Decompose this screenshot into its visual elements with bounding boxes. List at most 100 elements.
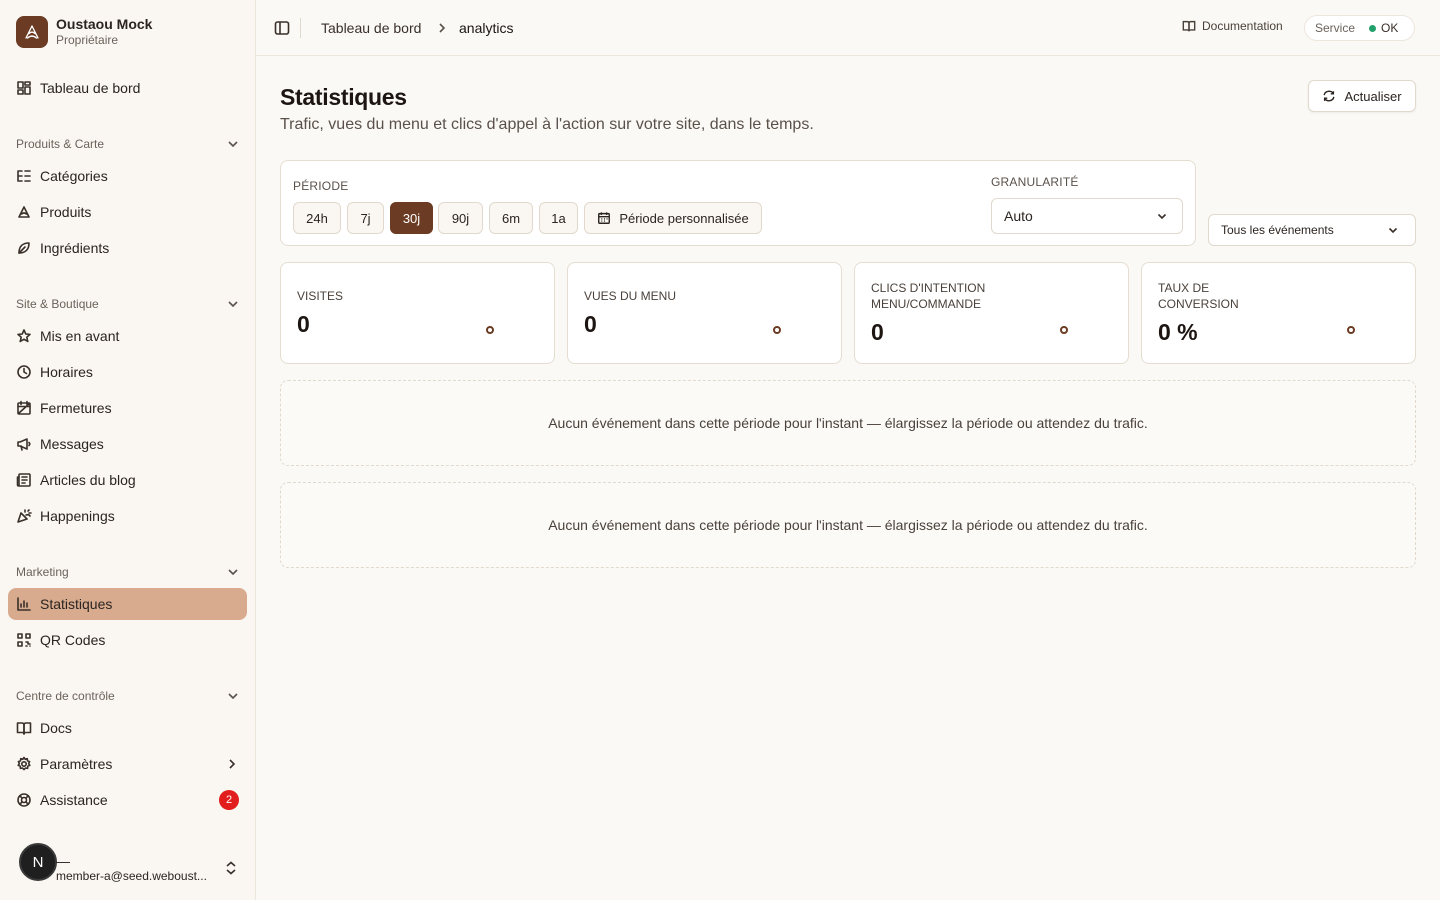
sidebar: Oustaou Mock Propriétaire Tableau de bor… (0, 0, 256, 900)
calendar-icon (598, 212, 611, 224)
nav-produits[interactable]: Produits (8, 196, 247, 228)
list-tree-icon (16, 168, 32, 184)
period-24h-button[interactable]: 24h (293, 202, 341, 234)
custom-period-button[interactable]: Période personnalisée (584, 202, 762, 234)
nav-articles-blog[interactable]: Articles du blog (8, 464, 247, 496)
documentation-link[interactable]: Documentation (1182, 19, 1283, 33)
empty-state-breakdown: Aucun événement dans cette période pour … (280, 482, 1416, 568)
star-icon (16, 328, 32, 344)
qr-code-icon (16, 632, 32, 648)
org-name: Oustaou Mock (56, 16, 153, 32)
period-7j-button[interactable]: 7j (347, 202, 384, 234)
section-centre-controle[interactable]: Centre de contrôle (16, 686, 240, 706)
topbar: Tableau de bord analytics Documentation … (256, 0, 1440, 56)
stat-label: TAUX DE CONVERSION (1158, 281, 1239, 311)
empty-state-chart: Aucun événement dans cette période pour … (280, 380, 1416, 466)
book-open-icon (1182, 20, 1196, 32)
service-status-text: OK (1381, 21, 1399, 35)
stat-card-taux-conversion: TAUX DE CONVERSION 0 % (1141, 262, 1416, 364)
gear-icon (16, 756, 32, 772)
chevron-right-icon (436, 21, 448, 35)
nav-happenings[interactable]: Happenings (8, 500, 247, 532)
nav-label: QR Codes (40, 632, 106, 648)
period-90j-button[interactable]: 90j (438, 202, 483, 234)
book-open-icon (16, 720, 32, 736)
user-name: — (56, 853, 70, 869)
nav-ingredients[interactable]: Ingrédients (8, 232, 247, 264)
nav-label: Catégories (40, 168, 108, 184)
nav-label: Statistiques (40, 596, 113, 612)
org-logo-icon (16, 16, 48, 48)
stat-value: 0 (871, 319, 884, 345)
period-6m-button[interactable]: 6m (489, 202, 533, 234)
section-title: Marketing (16, 565, 69, 579)
nav-dashboard[interactable]: Tableau de bord (8, 72, 247, 104)
stat-card-visites: VISITES 0 (280, 262, 555, 364)
stat-value: 0 (584, 311, 597, 337)
granularity-select[interactable]: Auto (991, 198, 1183, 234)
user-email: member-a@seed.weboust... (56, 869, 207, 883)
events-select[interactable]: Tous les événements (1208, 214, 1416, 246)
nav-fermetures[interactable]: Fermetures (8, 392, 247, 424)
status-dot (1369, 24, 1377, 32)
events-value: Tous les événements (1221, 223, 1334, 237)
megaphone-icon (16, 436, 32, 452)
user-menu[interactable]: N — member-a@seed.weboust... (0, 840, 255, 900)
section-title: Centre de contrôle (16, 689, 115, 703)
section-site-boutique[interactable]: Site & Boutique (16, 294, 240, 314)
nav-docs[interactable]: Docs (8, 712, 247, 744)
page-title: Statistiques (280, 84, 407, 110)
chevron-down-icon (228, 693, 238, 700)
chef-hat-icon (16, 204, 32, 220)
section-title: Site & Boutique (16, 297, 99, 311)
party-popper-icon (16, 508, 32, 524)
chevron-down-icon (228, 301, 238, 308)
nav-label: Ingrédients (40, 240, 110, 256)
nav-label: Assistance (40, 792, 108, 808)
chevron-down-icon (1388, 227, 1398, 234)
period-1a-button[interactable]: 1a (539, 202, 578, 234)
nav-statistiques[interactable]: Statistiques (8, 588, 247, 620)
breadcrumb-dashboard[interactable]: Tableau de bord (321, 19, 421, 37)
stat-indicator-icon (1347, 326, 1355, 334)
filter-card: PÉRIODE 24h 7j 30j 90j 6m 1a Période per… (280, 160, 1196, 246)
granularity-label: GRANULARITÉ (991, 175, 1079, 189)
period-30j-button[interactable]: 30j (390, 202, 433, 234)
nav-horaires[interactable]: Horaires (8, 356, 247, 388)
newspaper-icon (16, 472, 32, 488)
stat-label: VISITES (297, 289, 344, 303)
chevron-down-icon (228, 141, 238, 148)
nav-assistance[interactable]: Assistance 2 (8, 784, 247, 816)
service-label: Service (1315, 21, 1356, 35)
service-status[interactable]: Service OK (1304, 15, 1415, 41)
chevron-right-icon (225, 757, 239, 771)
refresh-icon (1323, 90, 1335, 102)
stat-indicator-icon (1060, 326, 1068, 334)
refresh-button[interactable]: Actualiser (1308, 80, 1416, 112)
sidebar-toggle-icon[interactable] (274, 20, 290, 36)
granularity-value: Auto (1004, 208, 1033, 224)
stat-card-clics-intention: CLICS D'INTENTION MENU/COMMANDE 0 (854, 262, 1129, 364)
stat-indicator-icon (486, 326, 494, 334)
section-produits-carte[interactable]: Produits & Carte (16, 134, 240, 154)
stat-indicator-icon (773, 326, 781, 334)
org-switcher[interactable]: Oustaou Mock Propriétaire (16, 16, 152, 48)
nav-qr-codes[interactable]: QR Codes (8, 624, 247, 656)
period-label: PÉRIODE (293, 179, 349, 193)
nav-parametres[interactable]: Paramètres (8, 748, 247, 780)
nav-label: Paramètres (40, 756, 113, 772)
nav-mis-en-avant[interactable]: Mis en avant (8, 320, 247, 352)
chevrons-up-down-icon (224, 860, 238, 876)
notification-badge: 2 (219, 790, 239, 810)
nav-messages[interactable]: Messages (8, 428, 247, 460)
nav-label: Fermetures (40, 400, 112, 416)
stat-label: VUES DU MENU (584, 289, 677, 303)
avatar: N (19, 843, 57, 881)
nav-categories[interactable]: Catégories (8, 160, 247, 192)
nav-label: Produits (40, 204, 92, 220)
page-subtitle: Trafic, vues du menu et clics d'appel à … (280, 116, 814, 133)
nav-label: Mis en avant (40, 328, 120, 344)
section-marketing[interactable]: Marketing (16, 562, 240, 582)
custom-period-label: Période personnalisée (619, 210, 749, 226)
nav-label: Articles du blog (40, 472, 136, 488)
